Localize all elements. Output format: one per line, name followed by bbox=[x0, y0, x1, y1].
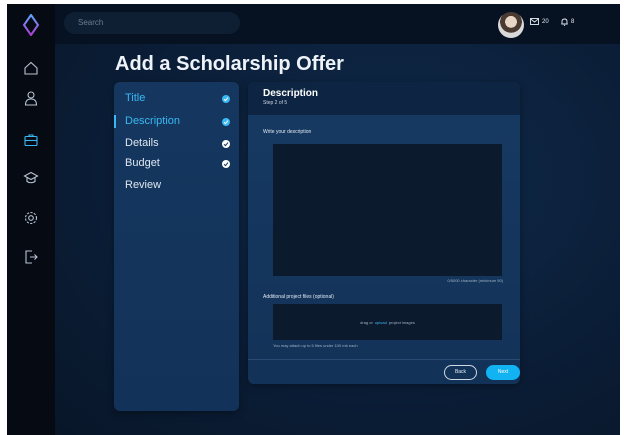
upload-link[interactable]: upload bbox=[375, 320, 387, 325]
next-button[interactable]: Next bbox=[486, 365, 520, 380]
notifications-count: 8 bbox=[571, 19, 575, 25]
files-label: Additional project files (optional) bbox=[263, 294, 334, 300]
briefcase-icon[interactable] bbox=[23, 132, 39, 148]
notifications-indicator[interactable]: 8 bbox=[561, 18, 574, 26]
dropzone-text-suffix: project images bbox=[388, 319, 415, 325]
top-bar: Search 20 8 bbox=[55, 4, 620, 44]
step-details[interactable]: Details bbox=[125, 137, 159, 149]
steps-panel: Title Description Details Budget Review bbox=[114, 82, 239, 411]
home-icon[interactable] bbox=[23, 60, 39, 76]
avatar[interactable] bbox=[498, 12, 524, 38]
check-icon bbox=[222, 118, 230, 126]
back-button[interactable]: Back bbox=[444, 365, 477, 380]
app-window: Search 20 8 Add a Scholarship Offer Titl… bbox=[0, 0, 624, 435]
step-indicator: Step 2 of 5 bbox=[263, 100, 288, 106]
divider bbox=[248, 359, 520, 360]
character-counter: 0/5000 character (minimum 50) bbox=[447, 278, 503, 283]
description-label: Write your description bbox=[263, 129, 312, 135]
settings-icon[interactable] bbox=[23, 210, 39, 226]
graduation-icon[interactable] bbox=[23, 170, 39, 186]
file-dropzone[interactable]: drag or upload project images bbox=[273, 304, 502, 340]
messages-count: 20 bbox=[542, 18, 549, 25]
step-title[interactable]: Title bbox=[125, 92, 145, 104]
logout-icon[interactable] bbox=[23, 249, 39, 265]
dropzone-text: drag or bbox=[360, 319, 373, 325]
step-budget[interactable]: Budget bbox=[125, 157, 160, 169]
profile-icon[interactable] bbox=[23, 90, 39, 106]
logo-icon[interactable] bbox=[22, 14, 40, 36]
bell-icon bbox=[561, 18, 568, 26]
active-step-indicator bbox=[114, 115, 116, 128]
search-input[interactable]: Search bbox=[64, 12, 240, 34]
check-icon bbox=[222, 160, 230, 168]
step-description[interactable]: Description bbox=[125, 115, 180, 127]
form-title: Description bbox=[263, 88, 319, 99]
files-hint: You may attach up to 5 files under 100 m… bbox=[273, 343, 358, 348]
mail-icon bbox=[530, 18, 539, 25]
description-textarea[interactable] bbox=[273, 144, 502, 276]
sidebar bbox=[7, 4, 55, 435]
messages-indicator[interactable]: 20 bbox=[530, 18, 549, 25]
step-review[interactable]: Review bbox=[125, 179, 161, 191]
main-content: Search 20 8 Add a Scholarship Offer Titl… bbox=[55, 4, 620, 435]
check-icon bbox=[222, 140, 230, 148]
page-title: Add a Scholarship Offer bbox=[115, 53, 344, 75]
check-icon bbox=[222, 95, 230, 103]
description-form-card: Description Step 2 of 5 Write your descr… bbox=[248, 82, 520, 384]
card-header: Description Step 2 of 5 bbox=[248, 82, 520, 115]
